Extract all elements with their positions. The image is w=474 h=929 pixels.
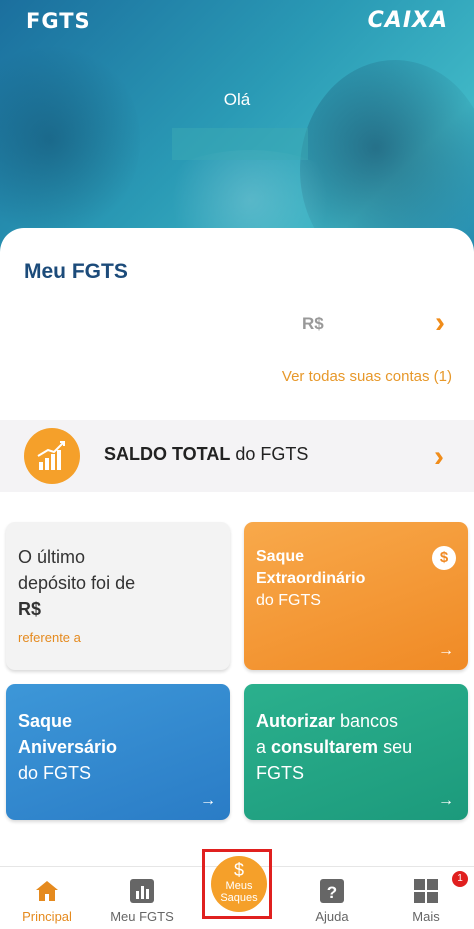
page-title: Meu FGTS — [24, 260, 128, 283]
nav-mais[interactable]: 1 Mais — [386, 871, 468, 924]
arrow-right-icon: → — [438, 642, 454, 659]
meus-saques-highlight: $ Meus Saques — [202, 849, 272, 919]
caixa-logo: CAIXA — [367, 8, 448, 33]
saque-aniversario-card[interactable]: Saque Aniversário do FGTS → — [6, 684, 230, 820]
nav-mais-label: Mais — [412, 909, 440, 924]
chevron-right-icon: › — [434, 440, 444, 473]
nav-principal[interactable]: Principal — [7, 877, 87, 924]
dollar-icon: $ — [432, 546, 456, 570]
balance-currency: R$ — [302, 314, 324, 333]
saque-extraordinario-card[interactable]: Saque Extraordinário do FGTS $ → — [244, 522, 468, 670]
bar-chart-growth-icon — [24, 428, 80, 484]
home-icon — [33, 877, 61, 905]
meus-saques-button[interactable]: $ Meus Saques — [211, 856, 267, 912]
help-icon: ? — [318, 877, 346, 905]
chevron-right-icon: › — [435, 306, 445, 339]
fgts-logo: FGTS — [26, 9, 91, 33]
greeting: Olá — [223, 90, 251, 109]
meus-saques-label-line2: Saques — [220, 892, 258, 904]
grid-icon: 1 — [412, 871, 468, 905]
see-all-accounts-link[interactable]: Ver todas suas contas (1) — [282, 368, 452, 385]
hero-photo-shade — [0, 40, 140, 240]
svg-text:?: ? — [327, 883, 337, 902]
bar-chart-icon — [128, 877, 156, 905]
last-deposit-text: O último depósito foi de R$ — [18, 547, 136, 619]
nav-meu-fgts[interactable]: Meu FGTS — [102, 877, 182, 924]
arrow-right-icon: → — [438, 792, 454, 809]
dollar-icon: $ — [233, 860, 244, 880]
saque-aniversario-text: Saque Aniversário do FGTS — [18, 711, 118, 783]
nav-ajuda[interactable]: ? Ajuda — [292, 877, 372, 924]
user-name-placeholder — [172, 128, 308, 160]
nav-meu-fgts-label: Meu FGTS — [110, 909, 174, 924]
autorizar-bancos-card[interactable]: Autorizar bancos a consultarem seu FGTS … — [244, 684, 468, 820]
saldo-total-label: SALDO TOTAL do FGTS — [104, 444, 309, 464]
saldo-total-row[interactable]: SALDO TOTAL do FGTS › — [0, 420, 474, 492]
main-content: Meu FGTS R$ › Ver todas suas contas (1) … — [0, 228, 474, 868]
last-deposit-card[interactable]: O último depósito foi de R$ referente a — [6, 522, 230, 670]
nav-principal-label: Principal — [22, 909, 72, 924]
saque-extraordinario-text: Saque Extraordinário do FGTS — [256, 548, 366, 609]
nav-ajuda-label: Ajuda — [315, 909, 349, 924]
autorizar-bancos-text: Autorizar bancos a consultarem seu FGTS — [256, 711, 413, 783]
account-balance-row[interactable]: R$ › — [8, 306, 474, 346]
meus-saques-label-line1: Meus — [225, 880, 253, 892]
last-deposit-reference: referente a — [18, 630, 81, 645]
arrow-right-icon: → — [200, 792, 216, 809]
notification-badge: 1 — [452, 871, 468, 887]
